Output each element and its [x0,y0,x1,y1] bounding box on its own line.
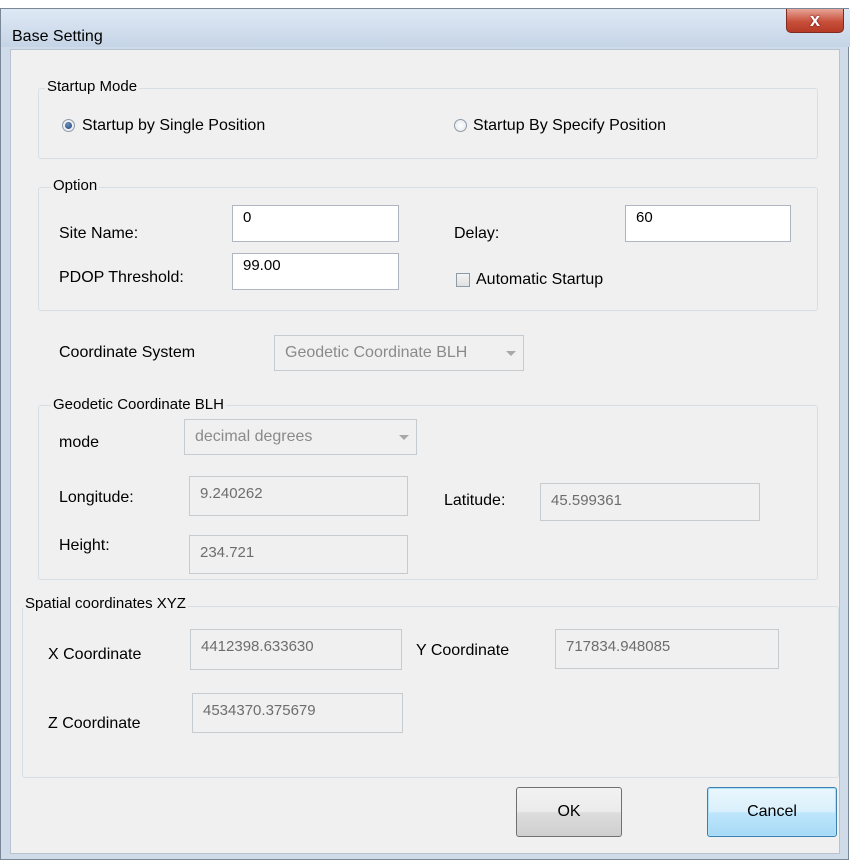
mode-select[interactable]: decimal degrees [184,419,417,455]
geodetic-legend: Geodetic Coordinate BLH [51,396,226,413]
height-field[interactable]: 234.721 [189,535,408,574]
cancel-button[interactable]: Cancel [707,787,837,837]
ok-button[interactable]: OK [516,787,622,837]
height-label: Height: [59,537,110,554]
startup-mode-legend: Startup Mode [45,78,140,95]
pdop-threshold-label: PDOP Threshold: [59,269,184,286]
mode-value: decimal degrees [195,428,313,445]
automatic-startup-checkbox[interactable] [456,273,470,287]
latitude-label: Latitude: [444,492,506,509]
chevron-down-icon [506,351,516,356]
delay-input[interactable]: 60 [625,205,791,242]
option-legend: Option [51,177,100,194]
z-coordinate-field[interactable]: 4534370.375679 [192,693,403,733]
dialog-body: Startup Mode Startup by Single Position … [10,49,840,854]
delay-label: Delay: [454,225,500,242]
close-icon: x [809,10,820,30]
spatial-legend: Spatial coordinates XYZ [23,595,188,612]
longitude-field[interactable]: 9.240262 [189,476,408,516]
pdop-threshold-input[interactable]: 99.00 [232,253,399,290]
coordinate-system-label: Coordinate System [59,344,196,361]
x-coordinate-label: X Coordinate [48,646,142,663]
title-bar[interactable]: Base Setting x [1,9,850,47]
latitude-field[interactable]: 45.599361 [540,483,760,521]
longitude-label: Longitude: [59,489,134,506]
coordinate-system-value: Geodetic Coordinate BLH [285,344,468,361]
base-setting-dialog: Base Setting x Startup Mode Startup by S… [0,8,850,860]
mode-label: mode [59,434,100,451]
site-name-input[interactable]: 0 [232,205,399,242]
y-coordinate-label: Y Coordinate [416,642,510,659]
window-title: Base Setting [12,28,103,45]
y-coordinate-field[interactable]: 717834.948085 [555,629,779,669]
single-position-radio[interactable] [62,119,75,132]
chevron-down-icon [399,435,409,440]
single-position-label[interactable]: Startup by Single Position [82,117,265,135]
site-name-label: Site Name: [59,225,139,242]
close-button[interactable]: x [786,9,844,33]
z-coordinate-label: Z Coordinate [48,715,141,732]
specify-position-radio[interactable] [454,119,467,132]
specify-position-label[interactable]: Startup By Specify Position [473,117,666,135]
x-coordinate-field[interactable]: 4412398.633630 [190,629,402,670]
coordinate-system-select[interactable]: Geodetic Coordinate BLH [274,335,524,371]
automatic-startup-label[interactable]: Automatic Startup [476,271,603,289]
